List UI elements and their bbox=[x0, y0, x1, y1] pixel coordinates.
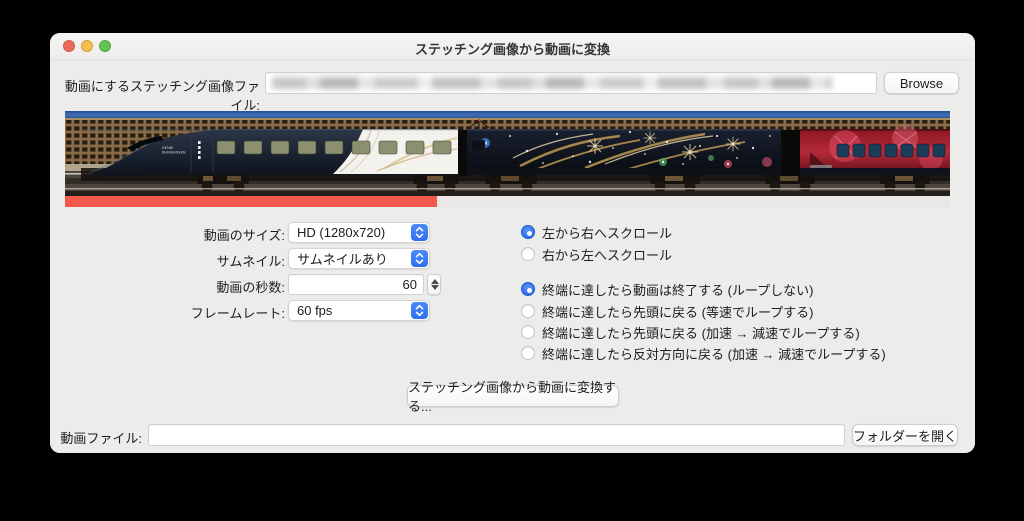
duration-input[interactable]: 60 bbox=[288, 274, 424, 295]
radio-loop-ease[interactable] bbox=[521, 325, 535, 339]
preview-top-banner bbox=[65, 111, 950, 118]
radio-loop-constant[interactable] bbox=[521, 304, 535, 318]
radio-loop-reverse[interactable] bbox=[521, 346, 535, 360]
output-file-label: 動画ファイル: bbox=[60, 428, 142, 447]
radio-ltr[interactable] bbox=[521, 225, 535, 239]
radio-loop-constant-label: 終端に達したら先頭に戻る (等速でループする) bbox=[542, 302, 814, 321]
size-popup[interactable]: HD (1280x720) bbox=[288, 222, 430, 243]
scroll-progress-track[interactable] bbox=[65, 196, 950, 207]
scroll-progress-bar bbox=[65, 196, 437, 207]
app-window: ステッチング画像から動画に変換 動画にするステッチング画像ファイル: Brows… bbox=[50, 33, 975, 453]
convert-button[interactable]: ステッチング画像から動画に変換する... bbox=[407, 385, 619, 407]
framerate-popup-value: 60 fps bbox=[289, 303, 411, 318]
size-popup-value: HD (1280x720) bbox=[289, 225, 411, 240]
source-file-label: 動画にするステッチング画像ファイル: bbox=[60, 76, 260, 114]
radio-loop-reverse-label: 終端に達したら反対方向に戻る (加速 → 減速でループする) bbox=[542, 344, 886, 363]
radio-row-ltr[interactable]: 左から右へスクロール bbox=[521, 224, 672, 240]
size-label: 動画のサイズ: bbox=[60, 225, 285, 244]
framerate-popup[interactable]: 60 fps bbox=[288, 300, 430, 321]
train-livery-text-1: GENBI bbox=[162, 146, 173, 150]
thumbnail-label: サムネイル: bbox=[60, 251, 285, 270]
radio-loop-ease-label: 終端に達したら先頭に戻る (加速 → 減速でループする) bbox=[542, 323, 860, 342]
stitched-image-preview: GENBI SHINKANSEN bbox=[65, 111, 950, 207]
train-photo: GENBI SHINKANSEN bbox=[65, 118, 950, 196]
radio-loop-none-label: 終端に達したら動画は終了する (ループしない) bbox=[542, 280, 814, 299]
thumbnail-popup-value: サムネイルあり bbox=[289, 249, 411, 268]
radio-rtl[interactable] bbox=[521, 247, 535, 261]
title-bar[interactable]: ステッチング画像から動画に変換 bbox=[50, 33, 975, 60]
radio-loop-none[interactable] bbox=[521, 282, 535, 296]
radio-ltr-label: 左から右へスクロール bbox=[542, 223, 672, 242]
window-title: ステッチング画像から動画に変換 bbox=[50, 39, 975, 58]
duration-label: 動画の秒数: bbox=[60, 277, 285, 296]
output-file-field[interactable] bbox=[148, 424, 845, 446]
popup-chevrons-icon bbox=[411, 224, 428, 241]
open-folder-button[interactable]: フォルダーを開く bbox=[852, 424, 958, 446]
radio-row-loop-none[interactable]: 終端に達したら動画は終了する (ループしない) bbox=[521, 281, 814, 297]
radio-row-loop-constant[interactable]: 終端に達したら先頭に戻る (等速でループする) bbox=[521, 303, 814, 319]
duration-stepper[interactable] bbox=[427, 274, 441, 295]
popup-chevrons-icon bbox=[411, 302, 428, 319]
browse-button[interactable]: Browse bbox=[884, 72, 959, 94]
thumbnail-popup[interactable]: サムネイルあり bbox=[288, 248, 430, 269]
redacted-file-path bbox=[272, 77, 832, 89]
radio-rtl-label: 右から左へスクロール bbox=[542, 245, 672, 264]
popup-chevrons-icon bbox=[411, 250, 428, 267]
source-file-field[interactable] bbox=[265, 72, 877, 94]
radio-row-rtl[interactable]: 右から左へスクロール bbox=[521, 246, 672, 262]
radio-row-loop-ease[interactable]: 終端に達したら先頭に戻る (加速 → 減速でループする) bbox=[521, 324, 860, 340]
train-livery-text-2: SHINKANSEN bbox=[162, 151, 186, 155]
radio-row-loop-reverse[interactable]: 終端に達したら反対方向に戻る (加速 → 減速でループする) bbox=[521, 345, 886, 361]
framerate-label: フレームレート: bbox=[60, 303, 285, 322]
